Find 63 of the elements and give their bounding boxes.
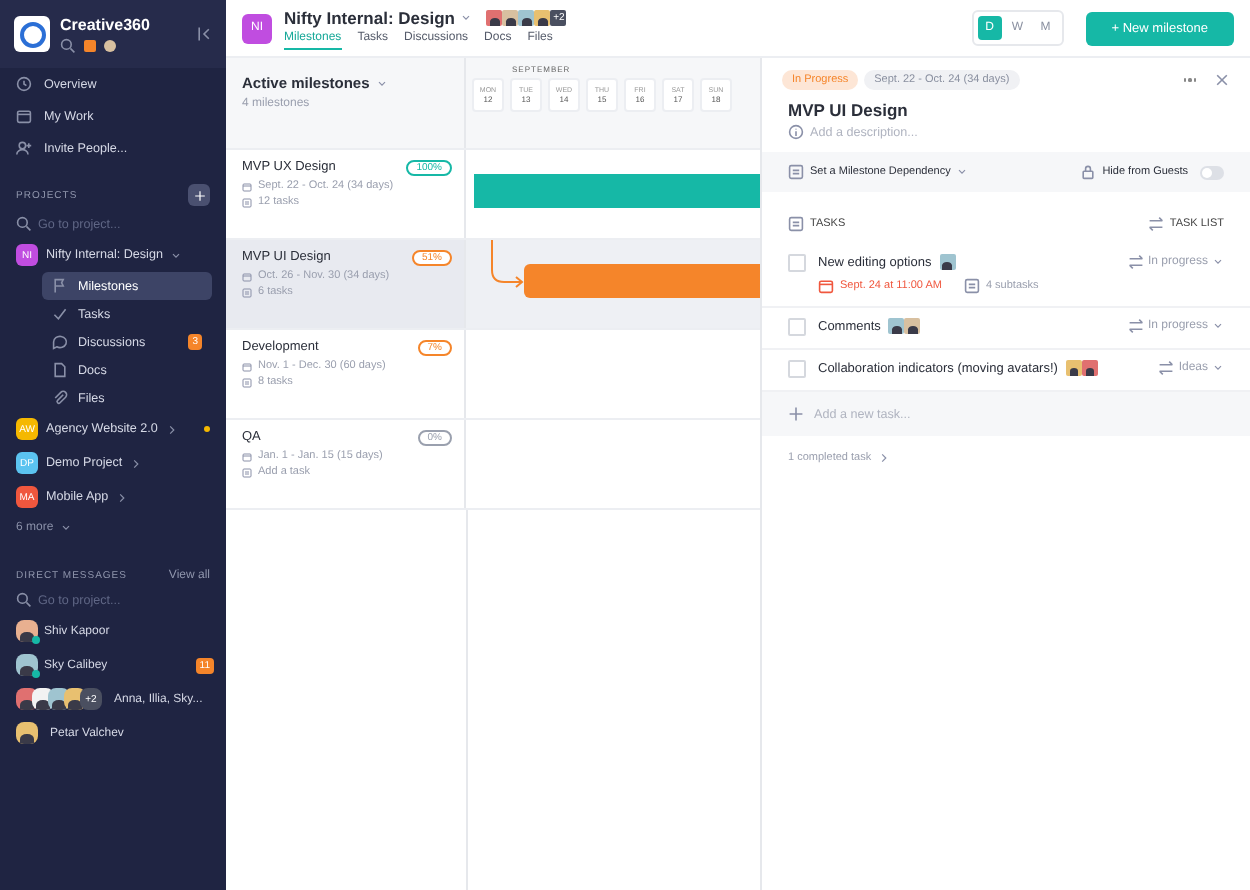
collapse-icon [196,26,212,42]
logo-icon [14,16,50,52]
avatar [16,654,38,676]
list-icon [788,164,804,180]
lock-icon [1080,164,1097,180]
caret-icon [59,522,72,534]
notification-icon[interactable] [84,39,96,51]
clip-icon [52,390,68,406]
info-icon [788,124,804,140]
chevron-icon [130,457,143,469]
chat-icon [52,334,68,350]
person-icon [16,140,32,156]
list-icon [242,287,252,297]
doc-icon [52,362,68,378]
calendar-icon [16,108,32,124]
plus-icon [788,406,804,422]
calendar-icon [242,451,252,461]
calendar-icon [242,361,252,371]
clock-icon [16,76,32,92]
chevron-icon [116,491,129,503]
checkbox[interactable] [788,254,806,272]
chevron-icon [877,452,890,464]
calendar-icon [242,181,252,191]
list-icon [242,467,252,477]
close-icon [1214,72,1230,88]
avatar [16,722,38,744]
avatar[interactable] [104,39,116,51]
milestone-bar[interactable] [474,174,760,208]
calendar-icon [818,278,834,294]
milestone-icon [52,278,68,294]
swap-icon [1127,254,1144,270]
caret-icon [460,11,473,23]
caret-icon [1212,320,1224,332]
toggle-switch[interactable] [1200,165,1224,179]
caret-icon [170,249,183,261]
search-icon [60,37,76,53]
dependency-arrow [490,240,524,288]
swap-icon [1147,216,1164,232]
plus-icon [193,189,205,201]
milestone-title: MVP UI Design [786,98,910,124]
swap-icon [1127,318,1144,334]
workspace-name[interactable]: Creative360 [60,15,186,33]
check-icon [52,306,68,322]
list-icon [242,197,252,207]
list-icon [788,216,804,232]
add-project-button[interactable] [188,184,210,206]
list-icon [963,278,980,294]
checkbox[interactable] [788,360,806,378]
caret-icon [956,166,969,178]
caret-icon [375,77,388,89]
avatar [939,254,956,270]
swap-icon [1158,360,1175,376]
chevron-icon [165,423,178,435]
milestone-bar[interactable] [524,264,760,298]
avatar [16,620,38,642]
project-title[interactable]: Nifty Internal: Design [284,7,455,27]
calendar-icon [242,271,252,281]
checkbox[interactable] [788,318,806,336]
list-icon [242,377,252,387]
search-icon [16,592,32,608]
caret-icon [1212,362,1224,374]
caret-icon [1212,256,1224,268]
search-icon [16,216,32,232]
